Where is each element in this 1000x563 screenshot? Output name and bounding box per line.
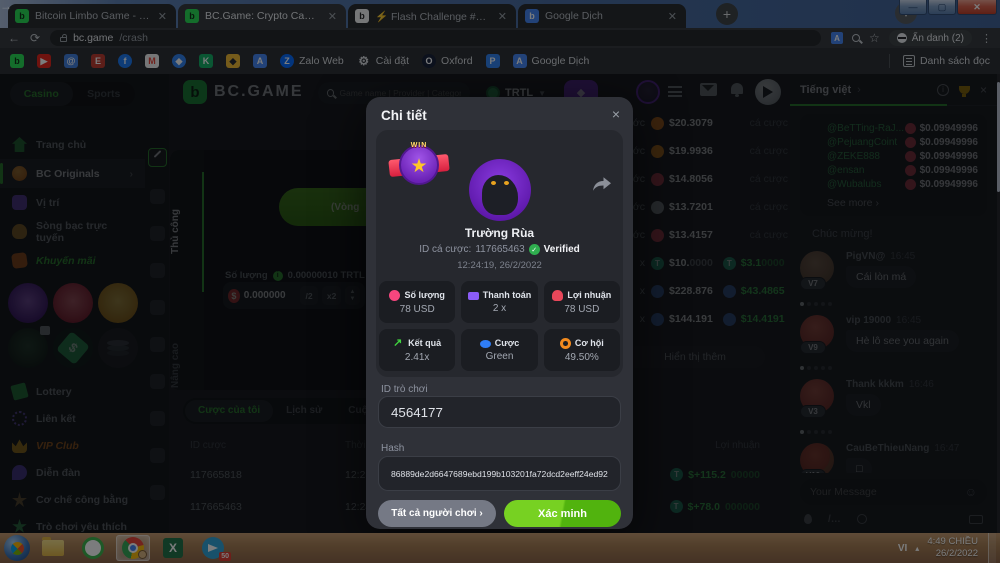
stat-tile: Cược Green: [461, 329, 537, 371]
stat-value: 49.50%: [565, 352, 599, 363]
stat-tile: Thanh toán 2 x: [461, 281, 537, 323]
hash-label: Hash: [381, 443, 404, 454]
stat-label: Cược: [495, 338, 519, 348]
all-players-button[interactable]: Tất cả người chơi ›: [378, 500, 496, 527]
bet-id-line: ID cá cược: 117665463 ✓ Verified: [366, 244, 633, 255]
screen: b Bitcoin Limbo Game - Play Limbo ✕ b BC…: [0, 0, 1000, 563]
stat-tile: Kết quả 2.41x: [379, 329, 455, 371]
bet-datetime: 12:24:19, 26/2/2022: [366, 260, 633, 271]
stat-icon: [560, 338, 571, 349]
game-id-label: ID trò chơi: [381, 384, 428, 395]
verify-button[interactable]: Xác minh: [504, 500, 621, 527]
stat-icon: [468, 292, 479, 300]
stat-label: Cơ hội: [575, 338, 604, 348]
bet-id-label: ID cá cược:: [419, 244, 471, 255]
stat-label: Lợi nhuận: [567, 290, 611, 300]
browser-toolbar: ← → ⟳ bc.game/crash A ☆ Ẩn danh (2) ⋮: [0, 28, 1000, 48]
share-icon[interactable]: [593, 177, 611, 191]
game-id-field[interactable]: [378, 396, 621, 428]
win-label: WIN: [394, 142, 444, 149]
modal-close-icon[interactable]: ×: [612, 106, 620, 122]
modal-title: Chi tiết: [381, 108, 427, 123]
stat-value: Green: [486, 351, 514, 362]
win-badge: ★ WIN: [394, 141, 444, 189]
stat-value: 78 USD: [564, 304, 599, 315]
verified-label: Verified: [544, 244, 580, 255]
stat-label: Kết quả: [408, 338, 441, 348]
bet-stats-grid: Số lượng 78 USD Thanh toán 2 x Lợi nhuận…: [379, 281, 620, 371]
game-id-input[interactable]: [391, 405, 608, 420]
stat-tile: Cơ hội 49.50%: [544, 329, 620, 371]
hash-input[interactable]: [391, 469, 608, 479]
stat-icon: [393, 338, 404, 349]
bet-details-modal: Chi tiết × ★ WIN Trường Rùa ID cá cược: …: [366, 97, 633, 529]
player-name: Trường Rùa: [366, 226, 633, 240]
stat-icon: [552, 290, 563, 301]
verified-shield-icon: ✓: [529, 244, 540, 255]
player-avatar[interactable]: [469, 159, 531, 221]
stat-label: Thanh toán: [483, 290, 532, 300]
stat-value: 2 x: [493, 303, 506, 314]
stat-tile: Lợi nhuận 78 USD: [544, 281, 620, 323]
star-icon: ★: [410, 155, 427, 178]
stat-label: Số lượng: [404, 290, 444, 300]
stat-value: 78 USD: [400, 304, 435, 315]
hash-field[interactable]: [378, 456, 621, 491]
stat-icon: [389, 290, 400, 301]
stat-value: 2.41x: [405, 352, 429, 363]
bcgame-page: Casino Sports Trang chủ BC Originals ›: [0, 74, 1000, 533]
bet-id-value: 117665463: [475, 244, 524, 255]
stat-tile: Số lượng 78 USD: [379, 281, 455, 323]
stat-icon: [480, 340, 491, 348]
win-medal: ★: [399, 145, 439, 185]
